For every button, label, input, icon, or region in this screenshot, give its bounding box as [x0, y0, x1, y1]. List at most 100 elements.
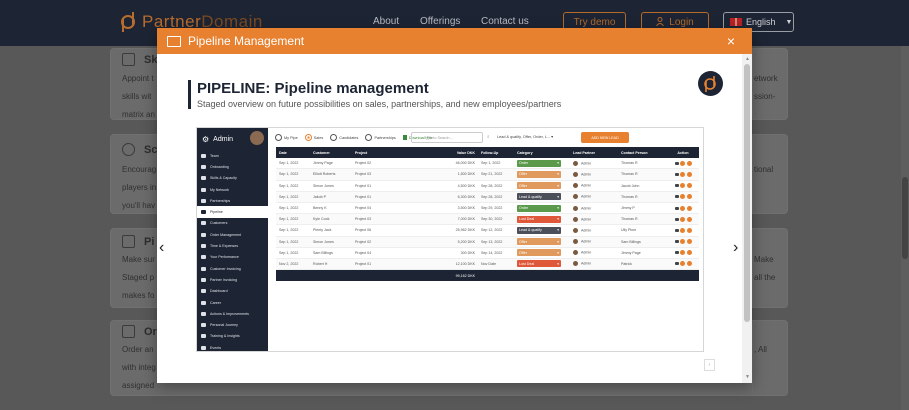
- chat-icon[interactable]: [674, 206, 679, 210]
- delete-icon[interactable]: [686, 183, 692, 189]
- delete-icon[interactable]: [686, 250, 692, 256]
- delete-icon[interactable]: [686, 216, 692, 222]
- sidebar-item[interactable]: Personal Journey: [197, 319, 268, 330]
- column-header[interactable]: Lead Partner: [570, 151, 618, 155]
- edit-icon[interactable]: [680, 205, 685, 211]
- sidebar-item[interactable]: Time & Expenses: [197, 240, 268, 251]
- category-select[interactable]: Offer ▾: [517, 249, 561, 257]
- app-toolbar: My Pipe Sales Candidates Partnerships Downl…: [268, 128, 703, 147]
- sidebar-item[interactable]: Actions & Improvements: [197, 308, 268, 319]
- filter-radio[interactable]: Partnerships: [365, 134, 396, 141]
- sidebar-item[interactable]: Onboarding: [197, 161, 268, 172]
- sidebar-item[interactable]: Partnerships: [197, 195, 268, 206]
- category-select[interactable]: Lead & qualify ▾: [517, 226, 561, 234]
- add-new-lead-button[interactable]: ADD NEW LEAD: [581, 132, 629, 143]
- table-row[interactable]: Sep 1, 2022 Elliott Roberts Project 03 1,50…: [276, 169, 699, 181]
- chat-icon[interactable]: [674, 184, 679, 188]
- sidebar-item[interactable]: Training & Insights: [197, 331, 268, 342]
- delete-icon[interactable]: [686, 227, 692, 233]
- category-select[interactable]: Lead & qualify ▾: [517, 193, 561, 201]
- category-select[interactable]: Offer ▾: [517, 170, 561, 178]
- column-header[interactable]: Category: [514, 151, 570, 155]
- sidebar-item[interactable]: Customer Invoicing: [197, 263, 268, 274]
- delete-icon[interactable]: [686, 261, 692, 267]
- category-select[interactable]: Offer ▾: [517, 182, 561, 190]
- chat-icon[interactable]: [674, 217, 679, 221]
- edit-icon[interactable]: [680, 250, 685, 256]
- sidebar-item[interactable]: Pipeline: [197, 206, 268, 218]
- table-row[interactable]: Sep 1, 2022 Kyle Cook Project 03 7,000 DKK S…: [276, 214, 699, 226]
- feature-card-text: Make all the: [754, 251, 775, 287]
- filter-radio[interactable]: Sales: [304, 134, 323, 141]
- category-select[interactable]: Lost Deal ▾: [517, 260, 561, 268]
- edit-icon[interactable]: [680, 227, 685, 233]
- edit-icon[interactable]: [680, 171, 685, 177]
- close-icon[interactable]: ×: [727, 33, 735, 49]
- table-row[interactable]: Sep 1, 2022 Simon Jones Project 02 5,200 DK…: [276, 236, 699, 248]
- delete-icon[interactable]: [686, 160, 692, 166]
- sidebar-item[interactable]: Dashboard: [197, 286, 268, 297]
- table-row[interactable]: Sep 1, 2022 Jakob P Project 01 6,300 DKK Sep…: [276, 191, 699, 203]
- column-header[interactable]: Customer: [310, 151, 352, 155]
- nav-link-about[interactable]: About: [373, 16, 399, 27]
- search-input[interactable]: Type to Search...: [411, 132, 483, 143]
- table-row[interactable]: Sep 1, 2022 Jimmy Page Project 02 46,000 DK…: [276, 158, 699, 170]
- edit-icon[interactable]: [680, 194, 685, 200]
- chat-icon[interactable]: [674, 251, 679, 255]
- chat-icon[interactable]: [674, 172, 679, 176]
- delete-icon[interactable]: [686, 205, 692, 211]
- pager-button[interactable]: ‹: [704, 359, 715, 371]
- delete-icon[interactable]: [686, 194, 692, 200]
- table-cell-value: 300 DKK: [460, 250, 475, 255]
- chat-icon[interactable]: [674, 161, 679, 165]
- table-row[interactable]: Sep 1, 2022 Sam Billings Project 04 300 DKK…: [276, 248, 699, 259]
- next-slide-button[interactable]: ›: [733, 239, 738, 257]
- page-scrollbar-thumb[interactable]: [902, 177, 908, 259]
- edit-icon[interactable]: [680, 261, 685, 267]
- sidebar-item[interactable]: My Network: [197, 184, 268, 195]
- edit-icon[interactable]: [680, 160, 685, 166]
- column-header[interactable]: Contact Person: [618, 151, 664, 155]
- category-select[interactable]: Offer ▾: [517, 238, 561, 246]
- sidebar-item[interactable]: Partner Invoicing: [197, 274, 268, 285]
- column-header[interactable]: Value DKK: [431, 151, 478, 155]
- column-header[interactable]: Follow-Up: [478, 151, 514, 155]
- category-filter-select[interactable]: Lead & qualify, Offer, Order, L... ▾: [497, 134, 553, 139]
- table-row[interactable]: Sep 1, 2022 Plenty Jack Project 06 25,962 D…: [276, 225, 699, 237]
- sidebar-item[interactable]: Your Performance: [197, 252, 268, 263]
- modal-scrollbar-thumb[interactable]: [744, 64, 750, 322]
- category-select[interactable]: Lost Deal ▾: [517, 215, 561, 223]
- edit-icon[interactable]: [680, 239, 685, 245]
- chat-icon[interactable]: [674, 240, 679, 244]
- sidebar-item[interactable]: Events: [197, 342, 268, 351]
- nav-link-offerings[interactable]: Offerings: [420, 16, 460, 27]
- column-header[interactable]: Date: [276, 151, 310, 155]
- sidebar-item[interactable]: Customers: [197, 218, 268, 229]
- category-select[interactable]: Order ▾: [517, 159, 561, 167]
- column-header[interactable]: Project: [352, 151, 431, 155]
- category-select[interactable]: Order ▾: [517, 204, 561, 212]
- sidebar-item[interactable]: Career: [197, 297, 268, 308]
- filter-radio[interactable]: Candidates: [330, 134, 358, 141]
- chat-icon[interactable]: [674, 228, 679, 232]
- chat-icon[interactable]: [674, 262, 679, 266]
- table-row[interactable]: Sep 1, 2022 Simon Jones Project 01 4,500 DK…: [276, 181, 699, 192]
- sidebar-item[interactable]: Skills & Capacity: [197, 173, 268, 184]
- delete-icon[interactable]: [686, 239, 692, 245]
- table-row[interactable]: Nov 2, 2022 Robert H Project 01 12,100 DKK N…: [276, 258, 699, 271]
- nav-link-contact[interactable]: Contact us: [481, 16, 529, 27]
- edit-icon[interactable]: [680, 216, 685, 222]
- scroll-up-icon[interactable]: ▲: [745, 56, 750, 62]
- sidebar-item[interactable]: Order Management: [197, 229, 268, 240]
- table-row[interactable]: Sep 1, 2022 Benny K Project 04 3,500 DKK Sep…: [276, 203, 699, 215]
- filter-radio[interactable]: My Pipe: [275, 134, 298, 141]
- sidebar-item-label: Order Management: [210, 232, 242, 237]
- scroll-down-icon[interactable]: ▼: [745, 374, 750, 380]
- edit-icon[interactable]: [680, 183, 685, 189]
- previous-slide-button[interactable]: ‹: [159, 239, 164, 257]
- table-cell-lead: Admin: [570, 261, 618, 267]
- delete-icon[interactable]: [686, 171, 692, 177]
- column-header[interactable]: Action: [664, 151, 699, 155]
- sidebar-item[interactable]: Team: [197, 150, 268, 161]
- chat-icon[interactable]: [674, 195, 679, 199]
